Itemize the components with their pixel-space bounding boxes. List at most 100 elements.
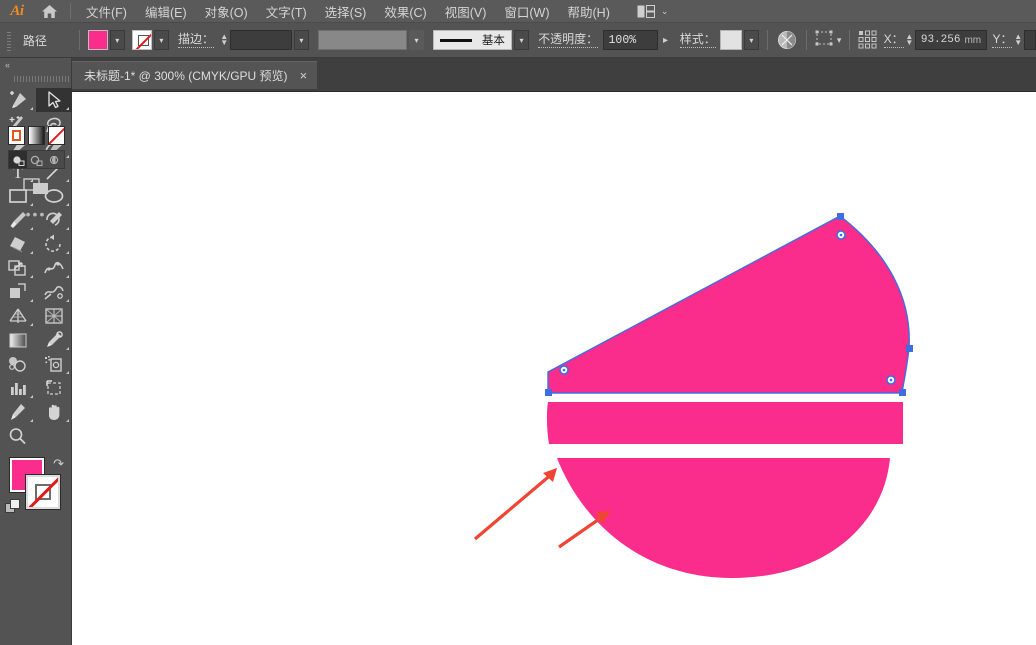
- opacity-flyout-chevron-right-icon[interactable]: ▸: [658, 30, 672, 50]
- brush-dropdown-chevron-down-icon[interactable]: ▾: [514, 30, 529, 50]
- default-fill-stroke-icon[interactable]: [5, 499, 21, 520]
- mode-color-button[interactable]: [8, 126, 25, 145]
- tool-symbol-sprayer[interactable]: [36, 352, 72, 376]
- menu-view[interactable]: 视图(V): [436, 0, 496, 23]
- arrange-documents-icon[interactable]: [637, 5, 655, 18]
- stroke-profile-input[interactable]: [318, 30, 407, 50]
- draw-normal-icon[interactable]: [9, 151, 27, 168]
- opacity-input[interactable]: 100%: [603, 30, 659, 50]
- stroke-color-swatch[interactable]: [132, 30, 152, 50]
- tool-hand[interactable]: [36, 400, 72, 424]
- stroke-profile-chevron-down-icon[interactable]: ▾: [409, 30, 424, 50]
- stroke-weight-input[interactable]: [230, 30, 292, 50]
- tool-flyout-indicator: [66, 227, 69, 230]
- tool-flyout-indicator: [30, 323, 33, 326]
- tool-free-transform[interactable]: [0, 280, 36, 304]
- brush-definition-input[interactable]: 基本: [433, 30, 512, 50]
- tool-width-warp[interactable]: [36, 256, 72, 280]
- transform-reference-point-icon[interactable]: [858, 30, 878, 50]
- y-position-input[interactable]: [1024, 30, 1036, 50]
- stroke-weight-stepper[interactable]: ▲▼: [218, 30, 230, 50]
- menu-file[interactable]: 文件(F): [77, 0, 136, 23]
- tools-panel-grip-icon[interactable]: [0, 72, 71, 84]
- home-icon[interactable]: [34, 0, 64, 23]
- anchor-right[interactable]: [906, 345, 913, 352]
- graphic-style-swatch[interactable]: [720, 30, 742, 50]
- style-dropdown-chevron-down-icon[interactable]: ▾: [744, 30, 759, 50]
- fill-dropdown-chevron-down-icon[interactable]: ▾: [110, 30, 125, 50]
- tool-flyout-indicator: [66, 371, 69, 374]
- menu-edit[interactable]: 编辑(E): [136, 0, 196, 23]
- artboard-canvas[interactable]: [72, 92, 1036, 645]
- cb-divider-1: [79, 30, 80, 50]
- collapse-panel-icon[interactable]: «: [0, 58, 71, 72]
- x-position-input[interactable]: 93.256 mm: [915, 30, 987, 50]
- mode-none-button[interactable]: [48, 126, 65, 145]
- menu-select[interactable]: 选择(S): [316, 0, 376, 23]
- tool-zoom[interactable]: [0, 424, 36, 448]
- annotation-arrow-lower: [559, 515, 605, 547]
- change-screen-mode-icon[interactable]: [0, 176, 72, 196]
- tool-slice[interactable]: [0, 400, 36, 424]
- toolbar-stroke-swatch[interactable]: [26, 475, 60, 509]
- anchor-top[interactable]: [837, 213, 844, 220]
- stroke-dropdown-chevron-down-icon[interactable]: ▾: [154, 30, 169, 50]
- tool-shape-builder[interactable]: [36, 280, 72, 304]
- control-bar-grip-icon[interactable]: [4, 28, 13, 52]
- tool-perspective-grid[interactable]: [0, 304, 36, 328]
- artwork-svg: [72, 92, 1036, 645]
- document-tab-bar: 未标题-1* @ 300% (CMYK/GPU 预览) ×: [0, 58, 1036, 92]
- arrange-chevron-down-icon[interactable]: ⌄: [661, 6, 669, 17]
- tool-add-anchor-point[interactable]: [0, 88, 36, 112]
- tool-eyedropper[interactable]: [36, 328, 72, 352]
- document-tab[interactable]: 未标题-1* @ 300% (CMYK/GPU 预览) ×: [72, 61, 317, 89]
- stroke-weight-dropdown-chevron-down-icon[interactable]: ▾: [294, 30, 309, 50]
- selection-type-label: 路径: [13, 23, 71, 58]
- tool-scale[interactable]: [0, 256, 36, 280]
- tool-flyout-indicator: [66, 155, 69, 158]
- handle-top-dot: [840, 234, 843, 237]
- menu-object[interactable]: 对象(O): [196, 0, 257, 23]
- align-icon[interactable]: [815, 30, 835, 50]
- tool-artboard[interactable]: [36, 376, 72, 400]
- tool-rotate[interactable]: [36, 232, 72, 256]
- app-logo-icon: Ai: [0, 0, 34, 23]
- tool-flyout-indicator: [66, 347, 69, 350]
- recolor-artwork-icon[interactable]: [776, 29, 798, 51]
- tool-column-graph[interactable]: [0, 376, 36, 400]
- menu-effect[interactable]: 效果(C): [375, 0, 435, 23]
- bottom-arc-shape[interactable]: [557, 458, 890, 578]
- mode-gradient-button[interactable]: [28, 126, 45, 145]
- anchor-bottom-right[interactable]: [899, 389, 906, 396]
- tool-flyout-indicator: [30, 299, 33, 302]
- illustrator-window: Ai 文件(F) 编辑(E) 对象(O) 文字(T) 选择(S) 效果(C) 视…: [0, 0, 1036, 645]
- cb-divider-4: [849, 30, 850, 50]
- more-tools-icon[interactable]: •••: [0, 206, 72, 222]
- middle-band-shape[interactable]: [547, 402, 903, 444]
- tool-eraser[interactable]: [0, 232, 36, 256]
- handle-right-dot: [890, 379, 893, 382]
- brush-stroke-preview-icon: [440, 39, 472, 42]
- tool-blend[interactable]: [0, 352, 36, 376]
- menu-divider: [70, 3, 71, 19]
- x-position-stepper[interactable]: ▲▼: [904, 30, 916, 50]
- swap-fill-stroke-icon[interactable]: ↷: [53, 456, 64, 472]
- tool-mesh[interactable]: [36, 304, 72, 328]
- menu-window[interactable]: 窗口(W): [495, 0, 558, 23]
- opacity-label: 不透明度：: [538, 33, 598, 48]
- brush-definition-label: 基本: [482, 32, 505, 48]
- draw-inside-icon[interactable]: [46, 151, 64, 168]
- selected-wedge-shape[interactable]: [548, 216, 909, 393]
- menu-help[interactable]: 帮助(H): [559, 0, 619, 23]
- draw-behind-icon[interactable]: [27, 151, 45, 168]
- anchor-left[interactable]: [545, 389, 552, 396]
- align-chevron-down-icon[interactable]: ▾: [837, 35, 842, 46]
- menu-type[interactable]: 文字(T): [257, 0, 316, 23]
- fill-color-swatch[interactable]: [88, 30, 108, 50]
- tool-gradient[interactable]: [0, 328, 36, 352]
- stroke-swatch-inner: [138, 35, 149, 46]
- close-icon[interactable]: ×: [300, 69, 308, 82]
- tool-selection[interactable]: [36, 88, 72, 112]
- y-position-label: Y：: [992, 33, 1012, 48]
- y-position-stepper[interactable]: ▲▼: [1012, 30, 1024, 50]
